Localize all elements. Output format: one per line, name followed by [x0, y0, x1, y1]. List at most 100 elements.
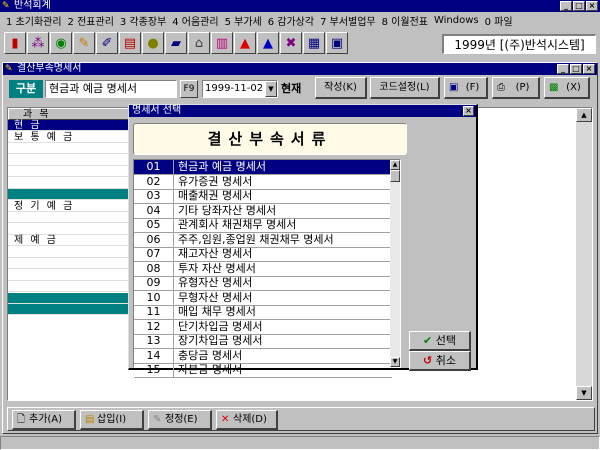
grid-row[interactable] — [8, 224, 134, 235]
child-close-button[interactable]: × — [583, 64, 595, 74]
pencil-icon[interactable]: ✎ — [73, 32, 95, 54]
list-item[interactable]: 01 현금과 예금 명세서 — [134, 160, 392, 175]
list-item[interactable]: 08 투자 자산 명세서 — [134, 261, 392, 277]
grid-row[interactable] — [8, 155, 134, 166]
list-item[interactable]: 11 매입 채무 명세서 — [134, 305, 392, 320]
select-label: 선택 — [435, 334, 456, 347]
add-button[interactable]: 🗋 추가(A) — [12, 410, 76, 430]
exit-button[interactable]: ▩ (X) — [544, 77, 590, 99]
door-icon[interactable]: ▮ — [4, 32, 26, 54]
code-settings-button[interactable]: 코드설정(L) — [370, 77, 440, 99]
child-maximize-button[interactable]: □ — [570, 64, 582, 74]
grid-row[interactable]: 보 통 예 금 — [8, 132, 134, 143]
menu-ledger[interactable]: 3 각종장부 — [117, 13, 169, 28]
insert-icon: ▤ — [85, 414, 95, 425]
list-item-number: 14 — [134, 348, 174, 363]
chart-icon[interactable]: ▥ — [211, 32, 233, 54]
menu-windows[interactable]: Windows — [431, 15, 482, 26]
minimize-button[interactable]: _ — [560, 1, 572, 11]
list-item-name: 자본금 명세서 — [178, 363, 243, 376]
list-item[interactable]: 02 유가증권 명세서 — [134, 174, 392, 190]
tools-icon[interactable]: ✖ — [280, 32, 302, 54]
grid-scrollbar[interactable]: ▲ ▼ — [576, 108, 592, 400]
computer-icon[interactable]: ▣ — [326, 32, 348, 54]
create-button[interactable]: 작성(K) — [315, 77, 367, 99]
scroll-down-icon[interactable]: ▼ — [576, 386, 592, 400]
maximize-button[interactable]: □ — [573, 1, 585, 11]
list-item[interactable]: 14 충당금 명세서 — [134, 348, 392, 364]
dialog-close-icon[interactable]: × — [463, 106, 474, 116]
scroll-up-icon[interactable]: ▲ — [576, 108, 592, 122]
list-item[interactable]: 07 재고자산 명세서 — [134, 247, 392, 262]
edit-button[interactable]: ✎ 정정(E) — [148, 410, 212, 430]
calculator-icon[interactable]: ▦ — [303, 32, 325, 54]
list-item[interactable]: 09 유형자산 명세서 — [134, 276, 392, 291]
date-field[interactable]: 1999-11-02 ▼ — [202, 80, 278, 98]
menu-voucher[interactable]: 2 전표관리 — [65, 13, 117, 28]
insert-button[interactable]: ▤ 삽입(I) — [80, 410, 144, 430]
date-dropdown-icon[interactable]: ▼ — [265, 81, 277, 97]
grid-row[interactable] — [8, 189, 134, 200]
grid-row[interactable] — [8, 270, 134, 281]
add-label: 추가(A) — [29, 414, 63, 425]
list-item-name: 장기차입금 명세서 — [178, 334, 263, 347]
network-icon[interactable]: ⁂ — [27, 32, 49, 54]
book-icon[interactable]: ▰ — [165, 32, 187, 54]
menu-department[interactable]: 7 부서별업무 — [317, 13, 379, 28]
grid-row[interactable] — [8, 247, 134, 258]
f9-button[interactable]: F9 — [180, 80, 198, 98]
close-button[interactable]: × — [586, 1, 598, 11]
list-item[interactable]: 03 매출채권 명세서 — [134, 189, 392, 204]
list-scroll-thumb[interactable] — [390, 170, 400, 182]
delete-button[interactable]: ✕ 삭제(D) — [216, 410, 278, 430]
list-item[interactable]: 04 기타 당좌자산 명세서 — [134, 203, 392, 219]
print-button[interactable]: ⎙ (P) — [492, 77, 540, 99]
list-item-name: 주주,임원,종업원 채권채무 명세서 — [178, 232, 334, 246]
checkmark-icon: ✔ — [423, 334, 433, 347]
menu-file[interactable]: 0 파일 — [482, 13, 516, 28]
grid-row[interactable] — [8, 166, 134, 177]
list-item[interactable]: 12 단기차입금 명세서 — [134, 319, 392, 335]
list-scrollbar[interactable]: ▲ ▼ — [390, 160, 400, 367]
list-item[interactable]: 06 주주,임원,종업원 채권채무 명세서 — [134, 232, 392, 248]
grid-row[interactable]: 제 예 금 — [8, 235, 134, 246]
edit-icon[interactable]: ✐ — [96, 32, 118, 54]
coin-icon[interactable]: ● — [142, 32, 164, 54]
up-arrow-red-icon[interactable]: ▲ — [234, 32, 256, 54]
list-item-name: 유형자산 명세서 — [178, 276, 253, 289]
current-label: 현재 — [281, 82, 302, 95]
list-item[interactable]: 15 자본금 명세서 — [134, 363, 392, 378]
list-item-name: 기타 당좌자산 명세서 — [178, 203, 277, 217]
grid-row[interactable] — [8, 292, 134, 304]
menu-vat[interactable]: 5 부가세 — [222, 13, 265, 28]
grid-row[interactable] — [8, 143, 134, 154]
list-item-number: 10 — [134, 290, 174, 305]
grid-row[interactable]: 현 금 — [8, 120, 134, 131]
menu-init[interactable]: 1 초기화관리 — [3, 13, 65, 28]
grid-row[interactable] — [8, 281, 134, 292]
cancel-button[interactable]: ↺ 취소 — [409, 351, 471, 371]
grid-row[interactable] — [8, 258, 134, 269]
select-button[interactable]: ✔ 선택 — [409, 331, 471, 351]
document-type-field[interactable]: 현금과 예금 명세서 — [45, 80, 177, 98]
document-list[interactable]: 01 현금과 예금 명세서 02 유가증권 명세서 03 매출채권 명세서 04 기타 당좌자… — [133, 159, 401, 378]
list-item[interactable]: 05 관계회사 채권채무 명세서 — [134, 218, 392, 233]
building-icon[interactable]: ⌂ — [188, 32, 210, 54]
save-button[interactable]: ▣ (F) — [444, 77, 488, 99]
ledger-icon[interactable]: ▤ — [119, 32, 141, 54]
grid-row[interactable] — [8, 304, 134, 315]
menu-depreciation[interactable]: 6 감가상각 — [265, 13, 317, 28]
grid-row[interactable] — [8, 212, 134, 223]
list-item[interactable]: 10 무형자산 명세서 — [134, 290, 392, 306]
up-arrow-blue-icon[interactable]: ▲ — [257, 32, 279, 54]
list-item[interactable]: 13 장기차입금 명세서 — [134, 334, 392, 349]
grid-row[interactable]: 정 기 예 금 — [8, 201, 134, 212]
menu-carryover[interactable]: 8 이월전표 — [379, 13, 431, 28]
list-scroll-up-icon[interactable]: ▲ — [390, 160, 400, 170]
child-minimize-button[interactable]: _ — [557, 64, 569, 74]
menu-bill[interactable]: 4 어음관리 — [169, 13, 221, 28]
account-column: 과 목 현 금보 통 예 금정 기 예 금제 예 금 — [8, 108, 134, 400]
list-scroll-down-icon[interactable]: ▼ — [390, 357, 400, 367]
globe-icon[interactable]: ◉ — [50, 32, 72, 54]
grid-row[interactable] — [8, 178, 134, 189]
